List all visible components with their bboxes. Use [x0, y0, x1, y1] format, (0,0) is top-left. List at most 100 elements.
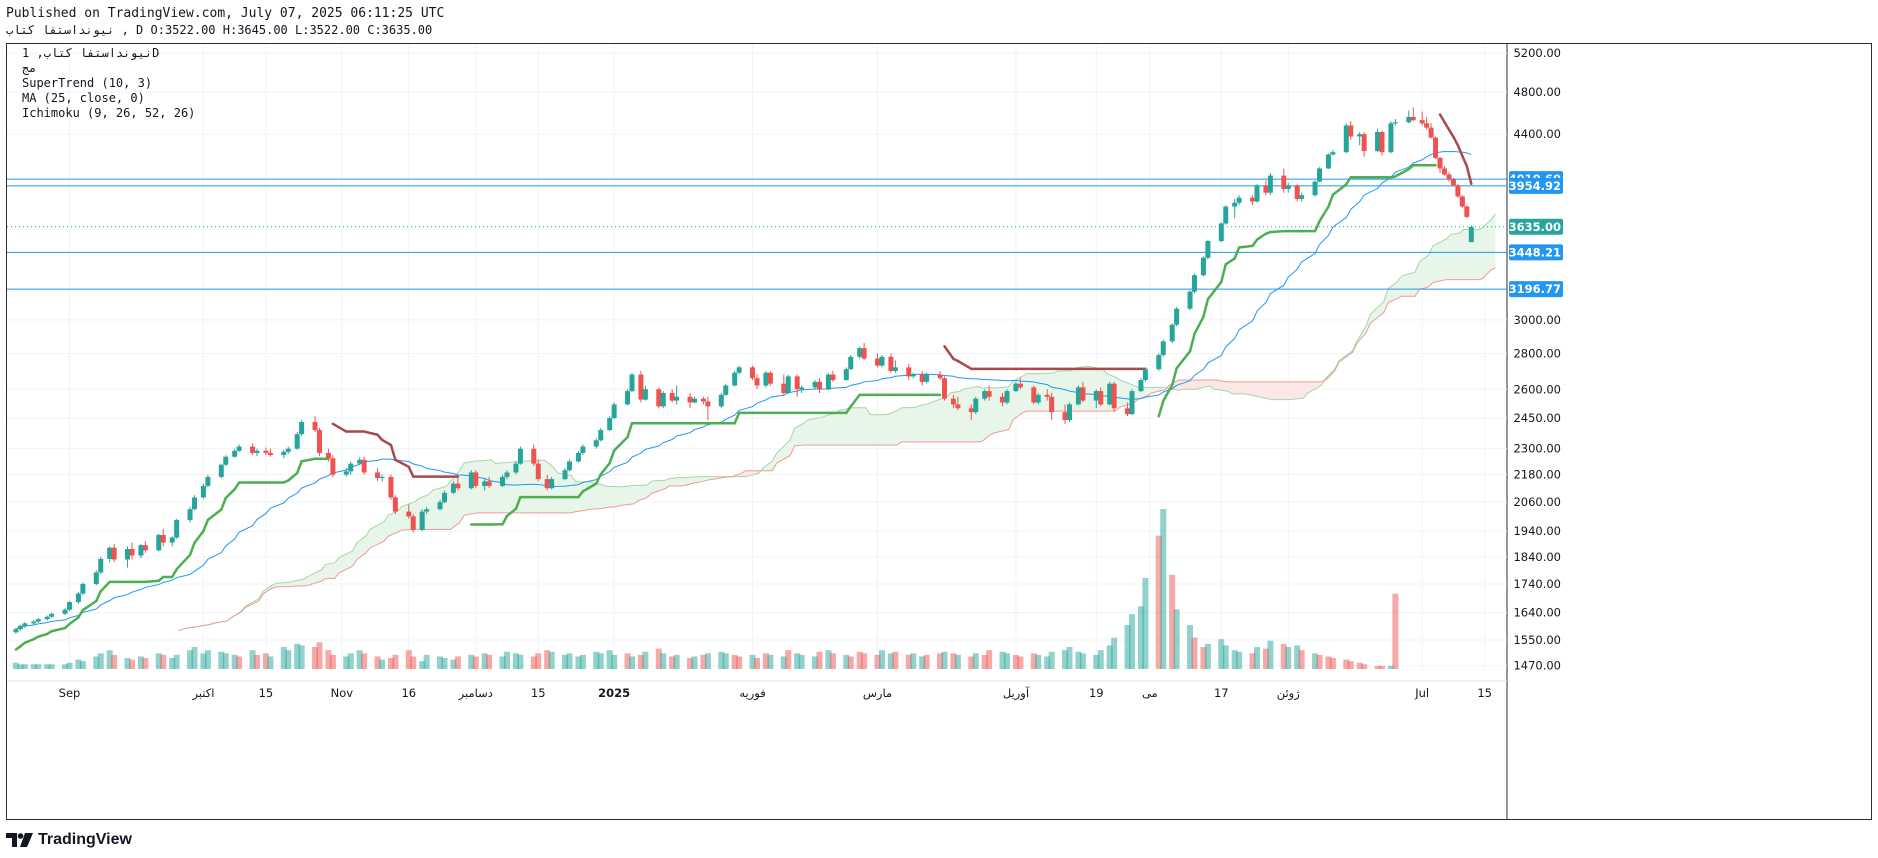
- x-tick-label: 16: [401, 686, 416, 700]
- candle-body: [906, 367, 912, 377]
- ichimoku-cloud-segment: [807, 417, 822, 446]
- price-tag-label: 3954.92: [1509, 179, 1561, 193]
- candle-body: [44, 616, 50, 620]
- volume-bar: [298, 645, 305, 669]
- volume-bar: [361, 653, 368, 669]
- ichimoku-cloud-segment: [901, 407, 916, 442]
- candle-body: [80, 583, 86, 594]
- candle-body: [843, 369, 849, 381]
- candle-body: [1325, 154, 1331, 169]
- volume-bar: [1347, 661, 1354, 669]
- ichimoku-cloud-segment: [870, 414, 884, 446]
- candle-body: [1263, 185, 1269, 193]
- legend-supertrend[interactable]: SuperTrend (10, 3): [22, 76, 152, 90]
- ichimoku-cloud-segment: [508, 462, 514, 513]
- candle-body: [1388, 123, 1394, 153]
- y-tick-label: 5200.00: [1513, 46, 1561, 60]
- x-tick-label: فوریه: [739, 686, 765, 701]
- candle-body: [232, 450, 238, 457]
- ichimoku-cloud-segment: [584, 481, 590, 511]
- volume-bar: [129, 659, 135, 669]
- ichimoku-cloud-segment: [1432, 238, 1447, 283]
- ichimoku-cloud-segment: [946, 392, 951, 442]
- candle-body: [812, 381, 818, 388]
- ichimoku-cloud-segment: [1258, 381, 1264, 398]
- candle-body: [1192, 275, 1197, 292]
- ichimoku-cloud-segment: [638, 485, 648, 501]
- candle-body: [1410, 116, 1416, 121]
- volume-bar: [441, 658, 448, 669]
- volume-bar: [1048, 651, 1055, 669]
- supertrend-segment: [1447, 128, 1455, 139]
- candle-body: [299, 422, 305, 435]
- ichimoku-cloud-segment: [446, 481, 451, 530]
- candle-body: [1035, 394, 1041, 403]
- volume-bar: [48, 664, 55, 669]
- candle-body: [857, 348, 863, 357]
- candle-body: [22, 623, 28, 626]
- candle-body: [1442, 168, 1447, 175]
- volume-bar: [986, 650, 993, 669]
- supertrend-segment: [1313, 219, 1321, 233]
- x-tick-label: ژوئن: [1277, 686, 1301, 701]
- candle-body: [1446, 174, 1452, 180]
- supertrend-segment: [1269, 229, 1286, 234]
- candle-body: [1267, 175, 1273, 193]
- volume-bar: [504, 651, 510, 669]
- volume-bar: [423, 654, 430, 669]
- candle-body: [200, 485, 206, 498]
- x-tick-label: 17: [1214, 686, 1229, 700]
- supertrend-segment: [1318, 205, 1330, 223]
- volume-bar: [486, 654, 493, 669]
- price-chart[interactable]: 5200.00 4800.00 4400.00 3000.00 2800.00 2600.…: [7, 44, 1871, 819]
- volume-bar: [347, 653, 354, 669]
- chart-frame[interactable]: 5200.00 4800.00 4400.00 3000.00 2800.00 2600.…: [6, 43, 1872, 820]
- ichimoku-cloud-segment: [1459, 229, 1465, 280]
- volume-bar: [35, 664, 42, 669]
- candle-body: [218, 464, 224, 477]
- volume-bar: [879, 650, 885, 669]
- candle-body: [1223, 206, 1229, 224]
- supertrend-segment: [1443, 120, 1451, 131]
- ichimoku-cloud-segment: [888, 410, 898, 446]
- supertrend-segment: [1233, 246, 1241, 260]
- candle-body: [49, 613, 55, 617]
- candle-body: [973, 398, 979, 413]
- candle-body: [1098, 391, 1104, 405]
- price-tag-label: 3196.77: [1509, 282, 1561, 296]
- candle-body: [1080, 387, 1086, 401]
- legend-ma[interactable]: MA (25, close, 0): [22, 91, 145, 105]
- volume-bar: [222, 653, 229, 669]
- candle-body: [625, 391, 631, 405]
- volume-bar: [660, 653, 667, 669]
- x-tick-label: 15: [259, 686, 274, 700]
- candle-body: [1129, 391, 1135, 415]
- volume-bar: [329, 654, 336, 669]
- candle-body: [544, 479, 550, 489]
- candle-body: [263, 450, 269, 453]
- supertrend-segment: [1188, 332, 1196, 353]
- volume-bar: [941, 651, 948, 669]
- supertrend-segment: [193, 529, 205, 545]
- candle-body: [1343, 125, 1349, 153]
- candle-body: [692, 398, 697, 403]
- candle-body: [1433, 137, 1439, 158]
- supertrend-segment: [1255, 232, 1268, 241]
- price-tag-label: 3635.00: [1509, 220, 1561, 234]
- candle-body: [294, 434, 300, 449]
- candle-body: [437, 502, 443, 510]
- ichimoku-cloud-segment: [932, 397, 947, 442]
- candle-body: [669, 392, 675, 401]
- candle-body: [142, 545, 148, 551]
- supertrend-segment: [295, 460, 303, 475]
- supertrend-segment: [1193, 315, 1205, 336]
- volume-bar: [1142, 578, 1149, 669]
- candle-body: [1285, 185, 1291, 189]
- ichimoku-cloud-segment: [1178, 380, 1183, 391]
- legend-ichimoku[interactable]: Ichimoku (9, 26, 52, 26): [22, 106, 195, 120]
- candle-body: [62, 609, 68, 614]
- x-tick-label: Jul: [1414, 686, 1429, 700]
- ichimoku-cloud-segment: [522, 460, 527, 513]
- candle-body: [799, 387, 805, 390]
- volume-bar: [66, 662, 73, 669]
